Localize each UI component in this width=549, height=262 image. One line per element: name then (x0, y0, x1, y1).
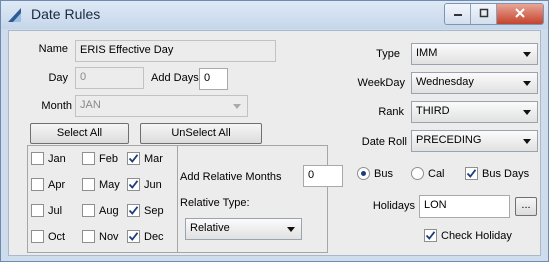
month-checkbox-oct[interactable]: Oct (31, 230, 65, 243)
holidays-field[interactable]: LON (419, 195, 510, 218)
date-rules-window: Date Rules Name ERIS Effective Day Day 0… (0, 0, 549, 262)
checkbox-icon (127, 152, 140, 165)
month-checkbox-may[interactable]: May (82, 178, 120, 191)
chevron-down-icon (523, 139, 531, 144)
minimize-icon (453, 8, 463, 21)
holidays-label: Holidays (372, 200, 415, 212)
month-checkbox-label: Mar (144, 152, 163, 165)
month-checkbox-label: Feb (99, 152, 118, 165)
dialog-body: Name ERIS Effective Day Day 0 Add Days 0… (8, 30, 541, 256)
rank-dropdown[interactable]: THIRD (411, 101, 538, 123)
checkbox-icon (31, 230, 44, 243)
add-days-label: Add Days (151, 72, 199, 84)
checkbox-icon (82, 230, 95, 243)
month-checkbox-label: Apr (48, 178, 66, 191)
day-field[interactable]: 0 (75, 67, 144, 89)
rank-label: Rank (378, 106, 404, 118)
check-holiday-label: Check Holiday (441, 229, 512, 242)
radio-button-icon (357, 167, 370, 180)
select-all-button[interactable]: Select All (30, 123, 129, 144)
close-icon (515, 7, 525, 21)
chevron-down-icon (287, 227, 295, 232)
name-field[interactable]: ERIS Effective Day (75, 40, 276, 62)
bus-days-checkbox[interactable]: Bus Days (465, 167, 529, 180)
date-roll-dropdown[interactable]: PRECEDING (411, 130, 538, 152)
month-checkbox-feb[interactable]: Feb (82, 152, 118, 165)
add-relative-months-label: Add Relative Months (180, 171, 282, 183)
month-checkbox-mar[interactable]: Mar (127, 152, 163, 165)
weekday-value: Wednesday (416, 76, 474, 88)
month-checkbox-jun[interactable]: Jun (127, 178, 162, 191)
weekday-label: WeekDay (357, 77, 405, 89)
chevron-down-icon (523, 81, 531, 86)
month-label: Month (41, 100, 72, 112)
month-checkbox-label: Dec (144, 230, 164, 243)
checkbox-icon (127, 204, 140, 217)
rank-value: THIRD (416, 105, 450, 117)
month-checkbox-label: Sep (144, 204, 164, 217)
checkbox-icon (82, 178, 95, 191)
month-dropdown[interactable]: JAN (75, 95, 248, 117)
date-roll-value: PRECEDING (416, 134, 482, 146)
month-checkbox-apr[interactable]: Apr (31, 178, 65, 191)
window-title: Date Rules (31, 6, 101, 22)
date-roll-label: Date Roll (361, 136, 407, 148)
checkbox-icon (82, 152, 95, 165)
month-checkbox-label: Oct (48, 230, 66, 243)
month-checkbox-label: May (99, 178, 120, 191)
month-checkbox-label: Jul (48, 204, 63, 217)
month-checkbox-label: Aug (99, 204, 119, 217)
bus-days-label: Bus Days (482, 167, 530, 180)
month-value: JAN (80, 99, 101, 111)
maximize-icon (479, 8, 489, 21)
weekday-dropdown[interactable]: Wednesday (411, 72, 538, 94)
check-holiday-checkbox[interactable]: Check Holiday (424, 229, 512, 242)
checkbox-icon (31, 204, 44, 217)
month-checkbox-jul[interactable]: Jul (31, 204, 62, 217)
month-checkbox-sep[interactable]: Sep (127, 204, 164, 217)
day-label: Day (48, 72, 68, 84)
checkbox-icon (424, 229, 437, 242)
month-checkbox-nov[interactable]: Nov (82, 230, 119, 243)
holidays-browse-button[interactable]: ... (515, 197, 537, 216)
maximize-button[interactable] (471, 4, 497, 24)
checkbox-icon (31, 152, 44, 165)
month-checkbox-dec[interactable]: Dec (127, 230, 164, 243)
chevron-down-icon (523, 110, 531, 115)
bus-radio[interactable]: Bus (357, 167, 393, 180)
checkbox-icon (127, 230, 140, 243)
app-icon (7, 7, 25, 23)
relative-type-label: Relative Type: (180, 197, 250, 209)
add-days-field[interactable]: 0 (199, 68, 228, 90)
month-checkbox-label: Jun (144, 178, 162, 191)
type-value: IMM (416, 47, 438, 59)
chevron-down-icon (523, 52, 531, 57)
close-button[interactable] (497, 4, 543, 24)
add-relative-months-field[interactable]: 0 (303, 165, 343, 187)
month-checkbox-aug[interactable]: Aug (82, 204, 119, 217)
type-label: Type (376, 48, 400, 60)
bus-radio-label: Bus (374, 167, 393, 180)
checkbox-icon (31, 178, 44, 191)
checkbox-icon (465, 167, 478, 180)
month-checkbox-jan[interactable]: Jan (31, 152, 66, 165)
month-checkbox-label: Nov (99, 230, 119, 243)
cal-radio-label: Cal (428, 167, 445, 180)
type-dropdown[interactable]: IMM (411, 43, 538, 65)
relative-type-dropdown[interactable]: Relative (185, 218, 302, 240)
chevron-down-icon (233, 104, 241, 109)
caption-buttons (444, 3, 544, 25)
radio-button-icon (411, 167, 424, 180)
month-checkbox-label: Jan (48, 152, 66, 165)
checkbox-icon (127, 178, 140, 191)
cal-radio[interactable]: Cal (411, 167, 445, 180)
title-bar[interactable]: Date Rules (1, 1, 548, 29)
relative-type-value: Relative (190, 222, 230, 234)
checkbox-icon (82, 204, 95, 217)
name-label: Name (38, 43, 68, 55)
minimize-button[interactable] (445, 4, 471, 24)
unselect-all-button[interactable]: UnSelect All (140, 123, 262, 144)
